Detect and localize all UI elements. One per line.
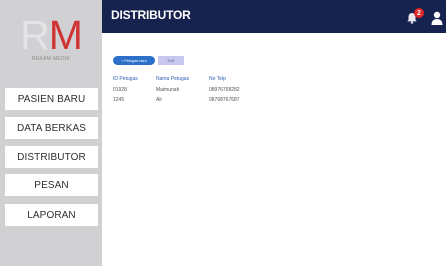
table-cell: Ali bbox=[156, 97, 162, 103]
page-title: DISTRIBUTOR bbox=[111, 8, 191, 22]
sidebar-item-distributor[interactable]: DISTRIBUTOR bbox=[5, 146, 98, 168]
table-cell: 01928 bbox=[113, 87, 127, 93]
user-icon[interactable] bbox=[431, 11, 443, 25]
logo-letters: RM bbox=[20, 12, 83, 58]
logo: RM REKAM MEDIK bbox=[0, 14, 102, 62]
sidebar-item-pasien-baru[interactable]: PASIEN BARU bbox=[5, 88, 98, 110]
add-petugas-button[interactable]: + Petugas baru bbox=[113, 56, 155, 65]
column-header-id: ID Petugas bbox=[113, 76, 138, 82]
table-cell: 1245 bbox=[113, 97, 125, 103]
column-header-nama: Nama Petugas bbox=[156, 76, 190, 82]
notification-badge: 2 bbox=[414, 8, 424, 18]
sidebar-item-data-berkas[interactable]: DATA BERKAS bbox=[5, 117, 98, 139]
table-cell: Maimunah bbox=[156, 87, 180, 93]
sidebar: RM REKAM MEDIK PASIEN BARU DATA BERKAS D… bbox=[0, 0, 102, 266]
logo-subtitle: REKAM MEDIK bbox=[31, 56, 71, 62]
table-cell: 08768767687 bbox=[209, 97, 240, 103]
column-header-telp: No Telp bbox=[209, 76, 226, 82]
table-cell: 08976768282 bbox=[209, 87, 240, 93]
edit-button[interactable]: Edit bbox=[158, 56, 184, 65]
sidebar-item-pesan[interactable]: PESAN bbox=[5, 174, 98, 196]
sidebar-item-laporan[interactable]: LAPORAN bbox=[5, 204, 98, 226]
top-bar: DISTRIBUTOR 2 bbox=[102, 0, 446, 33]
